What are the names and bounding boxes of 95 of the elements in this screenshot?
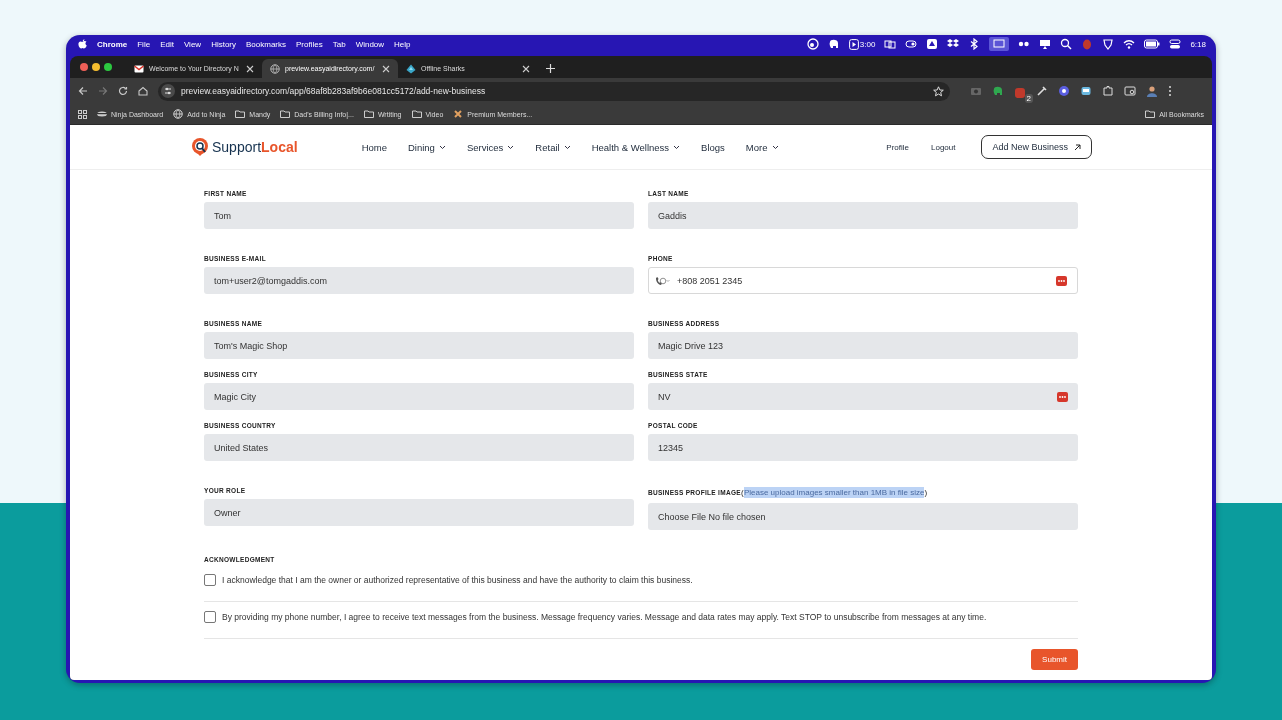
nav-link[interactable]: More xyxy=(745,141,779,153)
back-icon[interactable] xyxy=(78,86,88,96)
nav-link[interactable]: Services xyxy=(466,141,515,153)
folder-icon xyxy=(363,109,374,119)
autofill-icon[interactable] xyxy=(1056,275,1067,286)
menu-item[interactable]: File xyxy=(137,39,151,49)
control-center-icon[interactable] xyxy=(1169,38,1182,50)
new-tab-icon[interactable] xyxy=(546,64,555,73)
url-text: preview.easyaidirectory.com/app/68af8b283af9b6e081cc5172/add-new-business xyxy=(181,86,487,96)
reading-list-icon[interactable] xyxy=(1124,85,1136,97)
display-icon[interactable] xyxy=(1039,38,1052,50)
parenthesis: ( xyxy=(740,488,744,497)
parenthesis: ) xyxy=(924,488,928,497)
consent-text: By providing my phone number, I agree to receive text messages from the business. Message frequency varies. Message and data rates may apply. Text STOP to unsubscribe from messages at any time. xyxy=(222,611,987,624)
menu-item[interactable]: Help xyxy=(394,39,411,49)
tune-icon[interactable] xyxy=(161,84,175,98)
input-field[interactable]: Owner xyxy=(204,499,634,526)
nav-link[interactable]: Profile xyxy=(886,142,909,152)
arrow-icon xyxy=(1074,143,1081,151)
input-field[interactable]: Gaddis xyxy=(648,202,1078,229)
input-field[interactable]: Magic City xyxy=(204,383,634,410)
phone-field[interactable]: +808 2051 2345 xyxy=(648,267,1078,294)
folder-icon xyxy=(411,109,422,119)
input-field[interactable]: 12345 xyxy=(648,434,1078,461)
eyedropper-icon[interactable] xyxy=(1036,85,1048,97)
dropbox-icon[interactable] xyxy=(947,38,960,50)
windows-icon[interactable] xyxy=(884,38,897,50)
battery-icon[interactable] xyxy=(1144,39,1161,49)
menu-item[interactable]: View xyxy=(183,39,202,49)
menu-item[interactable]: Profiles xyxy=(296,39,323,49)
nav-link[interactable]: Health & Wellness xyxy=(591,141,681,153)
timer-text: 3:00 xyxy=(859,39,876,49)
globe-icon xyxy=(270,63,280,74)
file-field[interactable]: Choose File No file chosen xyxy=(648,503,1078,530)
magnifier-icon xyxy=(190,137,210,157)
consent-text: I acknowledge that I am the owner or authorized representative of this business and have the authority to claim this business. xyxy=(222,574,693,587)
nav-link[interactable]: Logout xyxy=(931,142,956,152)
input-field[interactable]: Tom xyxy=(204,202,634,229)
drive-icon[interactable] xyxy=(926,38,939,50)
star-icon[interactable] xyxy=(933,85,944,97)
gear-icon[interactable] xyxy=(1058,85,1070,97)
submit-button[interactable]: Submit xyxy=(1031,649,1078,670)
logo[interactable]: SupportLocal xyxy=(190,137,298,157)
nav-link[interactable]: Blogs xyxy=(701,141,725,153)
checkbox[interactable] xyxy=(204,574,216,586)
avatar-icon[interactable] xyxy=(1146,85,1158,97)
play-icon xyxy=(848,38,859,50)
count-badge: 2 xyxy=(1024,94,1033,103)
search-icon[interactable] xyxy=(1060,38,1073,50)
home-icon[interactable] xyxy=(138,86,148,96)
minimize-icon[interactable] xyxy=(92,63,100,71)
menu-item[interactable]: Edit xyxy=(160,39,174,49)
input-field[interactable]: United States xyxy=(204,434,634,461)
apps-icon[interactable] xyxy=(78,109,87,119)
mail-icon xyxy=(134,63,144,74)
elephant-icon[interactable] xyxy=(827,38,840,50)
menu-item[interactable]: History xyxy=(211,39,236,49)
screen-icon[interactable] xyxy=(989,37,1010,51)
globe-icon xyxy=(173,109,184,119)
wifi-icon[interactable] xyxy=(1123,38,1136,50)
menu-item[interactable]: Window xyxy=(355,39,385,49)
circle-icon[interactable] xyxy=(806,38,819,50)
clock[interactable]: 6:18 xyxy=(1190,39,1206,49)
input-field[interactable]: Tom's Magic Shop xyxy=(204,332,634,359)
add-business-button[interactable]: Add New Business xyxy=(981,135,1092,159)
folder-icon xyxy=(1145,109,1156,119)
app-menu[interactable]: Chrome xyxy=(97,39,128,49)
close-window-icon[interactable] xyxy=(80,63,88,71)
menu-item[interactable]: Bookmarks xyxy=(246,39,287,49)
more-icon[interactable] xyxy=(1168,85,1172,97)
toggle-icon[interactable] xyxy=(905,38,918,50)
nav-link[interactable]: Home xyxy=(361,141,387,153)
nav-link[interactable]: Retail xyxy=(535,141,571,153)
phone-globe-icon[interactable] xyxy=(655,275,671,286)
input-field[interactable]: NV xyxy=(648,383,1078,410)
autofill-icon[interactable] xyxy=(1057,391,1068,402)
diamond-icon xyxy=(406,63,416,74)
input-field[interactable]: tom+user2@tomgaddis.com xyxy=(204,267,634,294)
menu-item[interactable]: Tab xyxy=(332,39,346,49)
address-bar[interactable]: preview.easyaidirectory.com/app/68af8b283af9b6e081cc5172/add-new-business xyxy=(158,81,950,101)
timer[interactable]: 3:00 xyxy=(848,38,876,50)
folder-icon xyxy=(280,109,291,119)
folder-icon xyxy=(235,109,246,119)
close-icon[interactable] xyxy=(246,64,254,73)
input-field[interactable]: Magic Drive 123 xyxy=(648,332,1078,359)
reload-icon[interactable] xyxy=(118,86,128,96)
apple-icon[interactable] xyxy=(78,39,87,49)
close-icon[interactable] xyxy=(382,64,390,73)
close-icon[interactable] xyxy=(522,64,530,73)
shield-icon[interactable] xyxy=(1102,38,1115,50)
puzzle-icon[interactable] xyxy=(1102,85,1114,97)
bluetooth-icon[interactable] xyxy=(968,38,981,50)
zoom-icon[interactable] xyxy=(104,63,112,71)
checkbox[interactable] xyxy=(204,611,216,623)
nav-link[interactable]: Dining xyxy=(407,141,446,153)
